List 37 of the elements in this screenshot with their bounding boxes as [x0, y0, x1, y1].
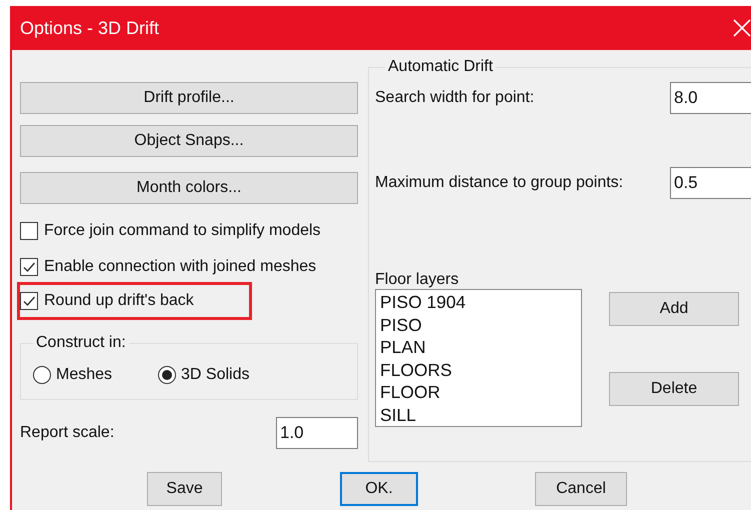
field-label: Maximum distance to group points: — [375, 174, 624, 192]
dialog-button[interactable]: OK. — [340, 472, 418, 506]
list-item[interactable]: FLOOR — [380, 381, 440, 404]
checkbox-label: Force join command to simplify models — [44, 222, 321, 240]
radio-label: 3D Solids — [181, 366, 250, 384]
checkbox[interactable] — [20, 258, 38, 276]
dialog-button[interactable]: Save — [147, 472, 222, 506]
group-label: Automatic Drift — [387, 58, 494, 76]
radio-button[interactable] — [158, 366, 176, 384]
close-icon[interactable] — [733, 19, 751, 37]
distance-field[interactable]: 0.5 — [670, 167, 751, 199]
checkbox[interactable] — [20, 222, 38, 240]
delete-button[interactable]: Delete — [609, 372, 739, 406]
dialog-button[interactable]: Drift profile... — [20, 82, 358, 114]
list-item[interactable]: PISO — [380, 314, 422, 336]
list-item[interactable]: FLOORS — [380, 358, 452, 381]
check-icon — [22, 260, 36, 274]
list-label: Floor layers — [375, 271, 460, 289]
dialog-button[interactable]: Object Snaps... — [20, 125, 358, 157]
checkbox-label: Round up drift's back — [44, 292, 194, 310]
dialog-button[interactable]: Cancel — [535, 472, 627, 506]
search-width-field[interactable]: 8.0 — [670, 82, 751, 114]
add-button[interactable]: Add — [609, 292, 739, 326]
radio-button[interactable] — [33, 366, 51, 384]
list-item[interactable]: SILL — [380, 404, 416, 426]
check-icon — [22, 294, 36, 308]
field-label: Search width for point: — [375, 89, 536, 107]
list-item[interactable]: PLAN — [380, 336, 426, 358]
window-title: Options - 3D Drift — [20, 18, 160, 38]
list-item[interactable]: PISO 1904 — [380, 291, 466, 314]
checkbox[interactable] — [20, 292, 38, 310]
report-scale-field[interactable]: 1.0 — [276, 417, 358, 449]
dialog-button[interactable]: Month colors... — [20, 172, 358, 204]
field-label: Report scale: — [20, 424, 114, 442]
group-label: Construct in: — [35, 334, 127, 352]
checkbox-label: Enable connection with joined meshes — [44, 258, 316, 276]
radio-label: Meshes — [56, 366, 112, 384]
